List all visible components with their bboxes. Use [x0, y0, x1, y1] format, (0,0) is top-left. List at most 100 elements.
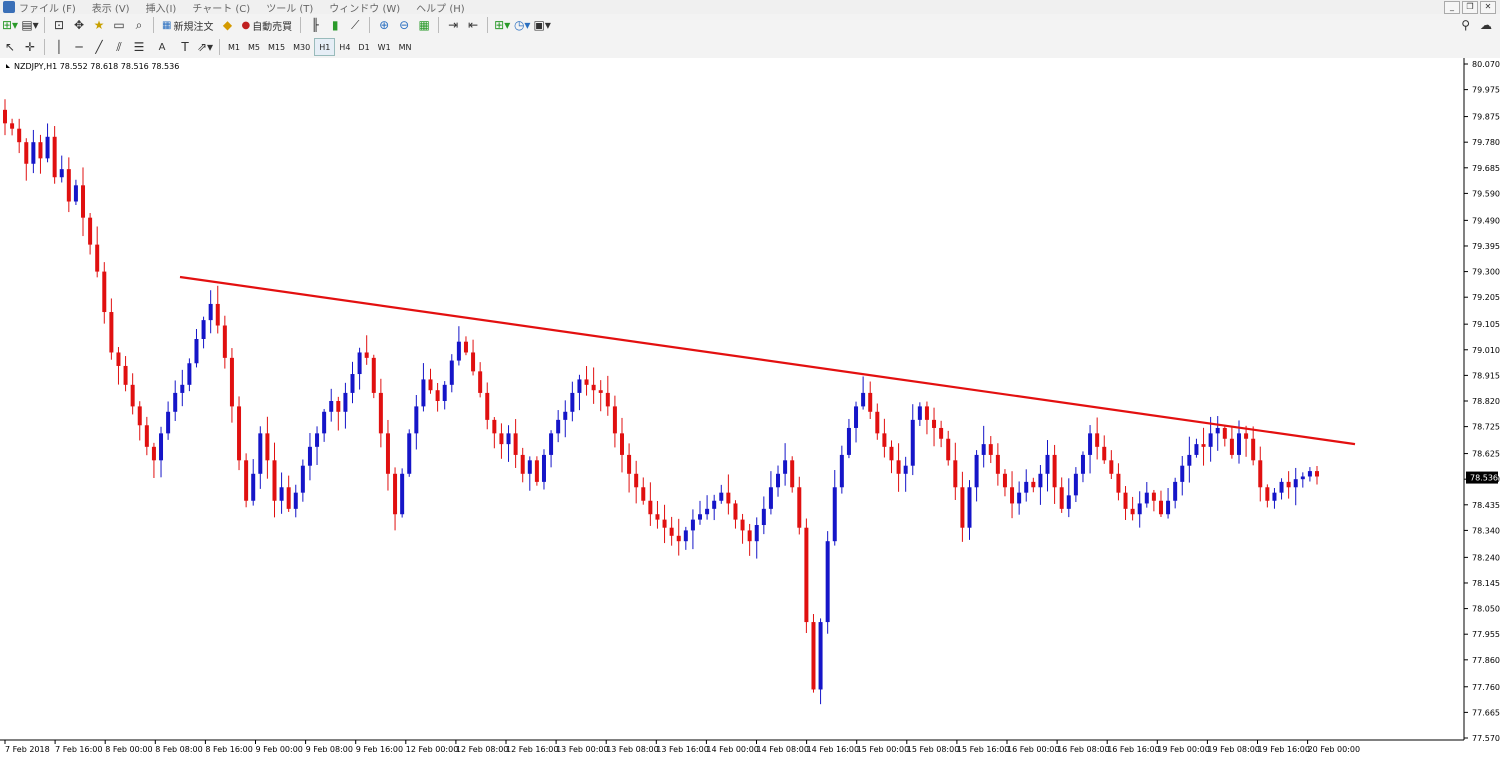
auto-trade-label: 自動売買 — [252, 21, 293, 33]
menu-chart[interactable]: チャート (C) — [192, 0, 250, 15]
y-tick-label: 79.205 — [1472, 293, 1500, 302]
timeframe-m30[interactable]: M30 — [289, 39, 314, 55]
timeframe-h4[interactable]: H4 — [335, 39, 354, 55]
candle-body — [641, 487, 646, 501]
new-order-icon: ▦ — [162, 19, 172, 31]
timeframe-m1[interactable]: M1 — [224, 39, 244, 55]
y-tick-label: 78.820 — [1472, 397, 1500, 406]
menu-window[interactable]: ウィンドウ (W) — [329, 0, 400, 15]
strategy-tester-icon[interactable]: ⌕ — [130, 16, 148, 34]
candle-body — [1180, 465, 1185, 482]
chat-icon[interactable]: ☁ — [1480, 18, 1492, 32]
candle-body — [1137, 503, 1142, 515]
toolbar-right: ⚲ ☁ — [1461, 18, 1492, 32]
candle-body — [1229, 438, 1234, 455]
candle-body — [669, 527, 674, 536]
candlestick-icon[interactable]: ▮ — [326, 16, 344, 34]
x-tick-label: 19 Feb 08:00 — [1207, 745, 1259, 754]
y-tick-label: 79.590 — [1472, 189, 1500, 198]
menu-help[interactable]: ヘルプ (H) — [416, 0, 465, 15]
price-chart[interactable]: NZDJPY,H1 78.552 78.618 78.516 78.536 80… — [0, 58, 1500, 758]
meta-editor-icon[interactable]: ◆ — [218, 16, 236, 34]
x-tick-label: 7 Feb 2018 — [5, 745, 50, 754]
candle-body — [868, 392, 873, 412]
text-label-icon[interactable]: T — [176, 38, 194, 56]
arrows-icon[interactable]: ⇗▾ — [196, 38, 214, 56]
timeframe-mn[interactable]: MN — [395, 39, 416, 55]
channel-icon[interactable]: ⫽ — [110, 38, 128, 56]
tile-windows-icon[interactable]: ▦ — [415, 16, 433, 34]
line-chart-icon[interactable]: ⟋ — [346, 16, 364, 34]
candle-body — [237, 406, 242, 461]
y-tick-label: 79.490 — [1472, 216, 1500, 225]
chart-window[interactable]: NZDJPY,H1 78.552 78.618 78.516 78.536 80… — [0, 58, 1500, 758]
search-icon[interactable]: ⚲ — [1461, 18, 1470, 32]
candle-body — [761, 508, 766, 526]
candle-body — [428, 379, 433, 391]
new-chart-icon[interactable]: ⊞▾ — [1, 16, 19, 34]
crosshair-icon[interactable]: ✛ — [21, 38, 39, 56]
profiles-icon[interactable]: ▤▾ — [21, 16, 39, 34]
timeframe-m15[interactable]: M15 — [264, 39, 289, 55]
cursor-icon[interactable]: ↖ — [1, 38, 19, 56]
chart-background — [0, 58, 1500, 758]
candle-body — [59, 169, 64, 178]
minimize-icon[interactable]: _ — [1444, 1, 1460, 14]
indicators-icon[interactable]: ⊞▾ — [493, 16, 511, 34]
data-window-icon[interactable]: ✥ — [70, 16, 88, 34]
vertical-line-icon[interactable]: │ — [50, 38, 68, 56]
x-tick-label: 9 Feb 16:00 — [356, 745, 403, 754]
candle-body — [676, 535, 681, 542]
candle-body — [981, 444, 986, 455]
current-price-label: 78.536 — [1470, 474, 1498, 483]
auto-trade-button[interactable]: ● 自動売買 — [238, 16, 295, 34]
candle-body — [95, 244, 100, 272]
periods-icon[interactable]: ◷▾ — [513, 16, 531, 34]
menu-insert[interactable]: 挿入(I) — [146, 0, 177, 15]
candle-body — [612, 406, 617, 434]
menu-file[interactable]: ファイル (F) — [19, 0, 76, 15]
y-tick-label: 77.665 — [1472, 708, 1500, 717]
zoom-in-icon[interactable]: ⊕ — [375, 16, 393, 34]
candle-body — [648, 500, 653, 515]
menu-view[interactable]: 表示 (V) — [92, 0, 130, 15]
terminal-icon[interactable]: ▭ — [110, 16, 128, 34]
navigator-icon[interactable]: ★ — [90, 16, 108, 34]
x-tick-label: 16 Feb 00:00 — [1007, 745, 1059, 754]
bar-chart-icon[interactable]: ╟ — [306, 16, 324, 34]
trendline-icon[interactable]: ╱ — [90, 38, 108, 56]
text-tool-icon[interactable]: A — [150, 38, 174, 56]
candle-body — [584, 379, 589, 385]
candle-body — [364, 352, 369, 358]
candle-body — [265, 433, 270, 461]
candle-body — [251, 473, 256, 501]
close-icon[interactable]: ✕ — [1480, 1, 1496, 14]
candle-body — [137, 406, 142, 426]
menu-tools[interactable]: ツール (T) — [266, 0, 313, 15]
fibonacci-icon[interactable]: ☰ — [130, 38, 148, 56]
candle-body — [116, 352, 121, 366]
timeframe-m5[interactable]: M5 — [244, 39, 264, 55]
templates-icon[interactable]: ▣▾ — [533, 16, 551, 34]
timeframe-d1[interactable]: D1 — [354, 39, 373, 55]
horizontal-line-icon[interactable]: ─ — [70, 38, 88, 56]
candle-body — [563, 411, 568, 420]
main-toolbar: ⊞▾ ▤▾ ⊡ ✥ ★ ▭ ⌕ ▦ 新規注文 ◆ ● 自動売買 ╟ ▮ ⟋ ⊕ ⊖ … — [0, 14, 1500, 37]
timeframe-w1[interactable]: W1 — [374, 39, 395, 55]
candle-body — [1166, 500, 1171, 515]
market-watch-icon[interactable]: ⊡ — [50, 16, 68, 34]
candle-body — [1293, 479, 1298, 488]
candle-body — [463, 341, 468, 353]
x-tick-label: 12 Feb 16:00 — [506, 745, 558, 754]
zoom-out-icon[interactable]: ⊖ — [395, 16, 413, 34]
candle-body — [130, 384, 135, 407]
candle-body — [1109, 460, 1114, 474]
chart-shift-icon[interactable]: ⇤ — [464, 16, 482, 34]
candle-body — [740, 519, 745, 531]
auto-scroll-icon[interactable]: ⇥ — [444, 16, 462, 34]
restore-icon[interactable]: ❐ — [1462, 1, 1478, 14]
new-order-button[interactable]: ▦ 新規注文 — [159, 16, 216, 34]
candle-body — [854, 406, 859, 428]
candle-body — [1300, 476, 1305, 480]
timeframe-h1[interactable]: H1 — [314, 38, 336, 56]
